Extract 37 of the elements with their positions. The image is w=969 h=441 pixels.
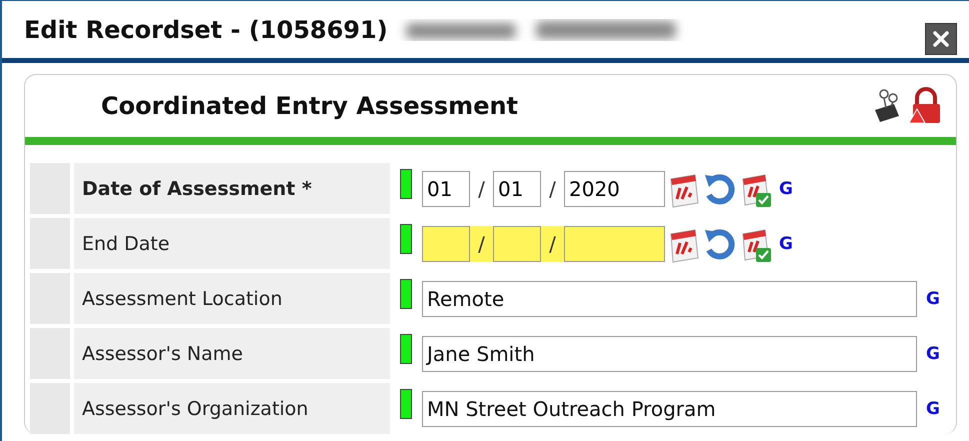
link[interactable]: G	[779, 178, 793, 198]
text-input[interactable]: MN Street Outreach Program	[422, 390, 917, 426]
field-label: Assessment Location	[82, 288, 282, 310]
month-input[interactable]: 01	[422, 170, 470, 206]
date-field[interactable]: 01 / 01 / 2020	[422, 170, 665, 206]
year-input[interactable]: 2020	[564, 170, 665, 206]
panel-title: Coordinated Entry Assessment	[101, 92, 518, 120]
date-separator: /	[477, 176, 486, 200]
row-gutter	[30, 383, 70, 434]
paper-clip-icon[interactable]	[872, 88, 902, 124]
date-field[interactable]: / /	[422, 226, 665, 262]
text-input[interactable]: Jane Smith	[422, 336, 917, 372]
date-separator: /	[548, 176, 557, 200]
status-indicator	[400, 169, 412, 199]
field-label: Assessor's Name	[82, 342, 243, 364]
status-indicator	[400, 224, 412, 254]
link[interactable]: G	[926, 288, 940, 308]
year-input[interactable]	[564, 226, 665, 262]
close-button[interactable]	[925, 23, 957, 55]
field-label: Date of Assessment *	[82, 178, 312, 200]
link[interactable]: G	[926, 344, 940, 364]
close-icon	[932, 30, 950, 48]
link[interactable]: G	[779, 234, 793, 254]
date-separator: /	[477, 232, 486, 256]
field-label: End Date	[82, 232, 170, 254]
status-indicator	[400, 279, 412, 309]
day-input[interactable]: 01	[493, 170, 541, 206]
lock-icon[interactable]	[908, 87, 942, 125]
field-label: Assessor's Organization	[82, 398, 308, 420]
day-input[interactable]	[493, 226, 541, 262]
text-input[interactable]: Remote	[422, 280, 917, 316]
link[interactable]: G	[926, 398, 940, 418]
status-indicator	[400, 334, 412, 364]
date-separator: /	[548, 232, 557, 256]
status-indicator	[400, 389, 412, 419]
window-title: Edit Recordset - (1058691)	[24, 16, 388, 44]
month-input[interactable]	[422, 226, 470, 262]
